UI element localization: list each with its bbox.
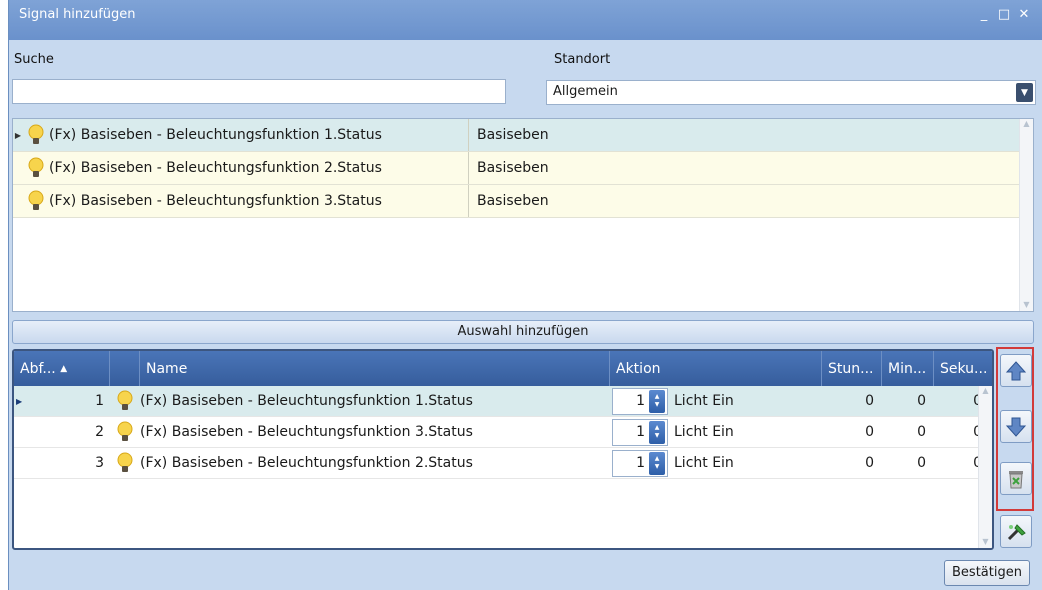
signal-location: Basiseben — [477, 193, 549, 209]
sort-asc-icon: ▲ — [60, 363, 68, 374]
light-bulb-icon — [23, 157, 49, 179]
count-stepper[interactable]: 1 ▲ ▼ — [612, 449, 668, 477]
light-bulb-icon — [23, 190, 49, 212]
row-name: (Fx) Basiseben - Beleuchtungsfunktion 2.… — [140, 455, 473, 471]
spinner-icon[interactable]: ▲ ▼ — [649, 451, 665, 475]
row-hours[interactable]: 0 — [822, 386, 882, 416]
search-input[interactable] — [12, 79, 506, 104]
add-selection-button[interactable]: Auswahl hinzufügen — [12, 320, 1034, 344]
close-icon[interactable]: ✕ — [1016, 7, 1032, 22]
table-header: Abf... ▲ Name Aktion Stun... Min... Seku… — [14, 351, 992, 386]
move-down-button[interactable] — [1000, 410, 1032, 443]
row-hours[interactable]: 0 — [822, 448, 882, 478]
row-minutes[interactable]: 0 — [882, 417, 934, 447]
scroll-up-icon[interactable]: ▲ — [1020, 119, 1033, 128]
list-scrollbar[interactable]: ▲ ▼ — [1019, 119, 1033, 311]
row-order: 2 — [95, 424, 104, 440]
light-bulb-icon — [23, 124, 49, 146]
maximize-icon[interactable]: □ — [996, 7, 1012, 22]
signal-name: (Fx) Basiseben - Beleuchtungsfunktion 1.… — [49, 119, 469, 151]
recycle-bin-icon — [1009, 470, 1023, 488]
row-name: (Fx) Basiseben - Beleuchtungsfunktion 1.… — [140, 393, 473, 409]
row-pointer-icon: ▶ — [14, 130, 22, 140]
chevron-down-icon[interactable]: ▼ — [1016, 83, 1033, 102]
signal-name: (Fx) Basiseben - Beleuchtungsfunktion 2.… — [49, 152, 469, 184]
minimize-icon[interactable]: _ — [976, 7, 992, 22]
header-action[interactable]: Aktion — [610, 351, 822, 386]
signal-location: Basiseben — [477, 160, 549, 176]
header-hours[interactable]: Stun... — [822, 351, 882, 386]
scroll-down-icon[interactable]: ▼ — [979, 537, 992, 546]
light-bulb-icon — [110, 448, 140, 478]
header-seconds[interactable]: Seku... — [934, 351, 990, 386]
search-label: Suche — [14, 52, 54, 67]
arrow-down-icon — [1005, 417, 1027, 437]
count-stepper[interactable]: 1 ▲ ▼ — [612, 387, 668, 415]
arrow-up-icon — [1005, 360, 1027, 380]
row-minutes[interactable]: 0 — [882, 448, 934, 478]
table-row[interactable]: 2 (Fx) Basiseben - Beleuchtungsfunktion … — [14, 417, 992, 448]
row-pointer-icon: ▶ — [16, 396, 23, 406]
row-action: Licht Ein — [674, 424, 734, 440]
move-up-button[interactable] — [1000, 354, 1032, 387]
header-minutes[interactable]: Min... — [882, 351, 934, 386]
magic-wand-icon — [1007, 523, 1026, 540]
confirm-button[interactable]: Bestätigen — [944, 560, 1030, 586]
list-item[interactable]: ▶ (Fx) Basiseben - Beleuchtungsfunktion … — [13, 119, 1033, 152]
count-stepper[interactable]: 1 ▲ ▼ — [612, 418, 668, 446]
light-bulb-icon — [110, 386, 140, 416]
scroll-down-icon[interactable]: ▼ — [1020, 300, 1033, 309]
delete-button[interactable] — [1000, 462, 1032, 495]
header-order[interactable]: Abf... ▲ — [14, 351, 110, 386]
row-name: (Fx) Basiseben - Beleuchtungsfunktion 3.… — [140, 424, 473, 440]
row-action: Licht Ein — [674, 393, 734, 409]
table-row[interactable]: ▶ 1 (Fx) Basiseben - Beleuchtungsfunktion… — [14, 386, 992, 417]
selected-signals-table: Abf... ▲ Name Aktion Stun... Min... Seku… — [12, 349, 994, 550]
wizard-button[interactable] — [1000, 515, 1032, 548]
row-order: 1 — [95, 393, 104, 409]
location-select[interactable]: Allgemein ▼ — [546, 80, 1036, 105]
row-action: Licht Ein — [674, 455, 734, 471]
header-name[interactable]: Name — [140, 351, 610, 386]
spinner-icon[interactable]: ▲ ▼ — [649, 420, 665, 444]
list-item[interactable]: (Fx) Basiseben - Beleuchtungsfunktion 3.… — [13, 185, 1033, 218]
signal-location: Basiseben — [477, 127, 549, 143]
signal-list: ▶ (Fx) Basiseben - Beleuchtungsfunktion … — [12, 118, 1034, 312]
location-value: Allgemein — [553, 84, 618, 99]
window-title: Signal hinzufügen — [19, 6, 136, 22]
scroll-up-icon[interactable]: ▲ — [979, 386, 992, 395]
title-bar: Signal hinzufügen _ □ ✕ — [9, 0, 1042, 40]
table-scrollbar[interactable]: ▲ ▼ — [978, 386, 992, 548]
row-hours[interactable]: 0 — [822, 417, 882, 447]
table-row[interactable]: 3 (Fx) Basiseben - Beleuchtungsfunktion … — [14, 448, 992, 479]
row-order: 3 — [95, 455, 104, 471]
row-minutes[interactable]: 0 — [882, 386, 934, 416]
location-label: Standort — [554, 52, 611, 67]
signal-name: (Fx) Basiseben - Beleuchtungsfunktion 3.… — [49, 185, 469, 217]
header-icon-col — [110, 351, 140, 386]
list-item[interactable]: (Fx) Basiseben - Beleuchtungsfunktion 2.… — [13, 152, 1033, 185]
light-bulb-icon — [110, 417, 140, 447]
spinner-icon[interactable]: ▲ ▼ — [649, 389, 665, 413]
